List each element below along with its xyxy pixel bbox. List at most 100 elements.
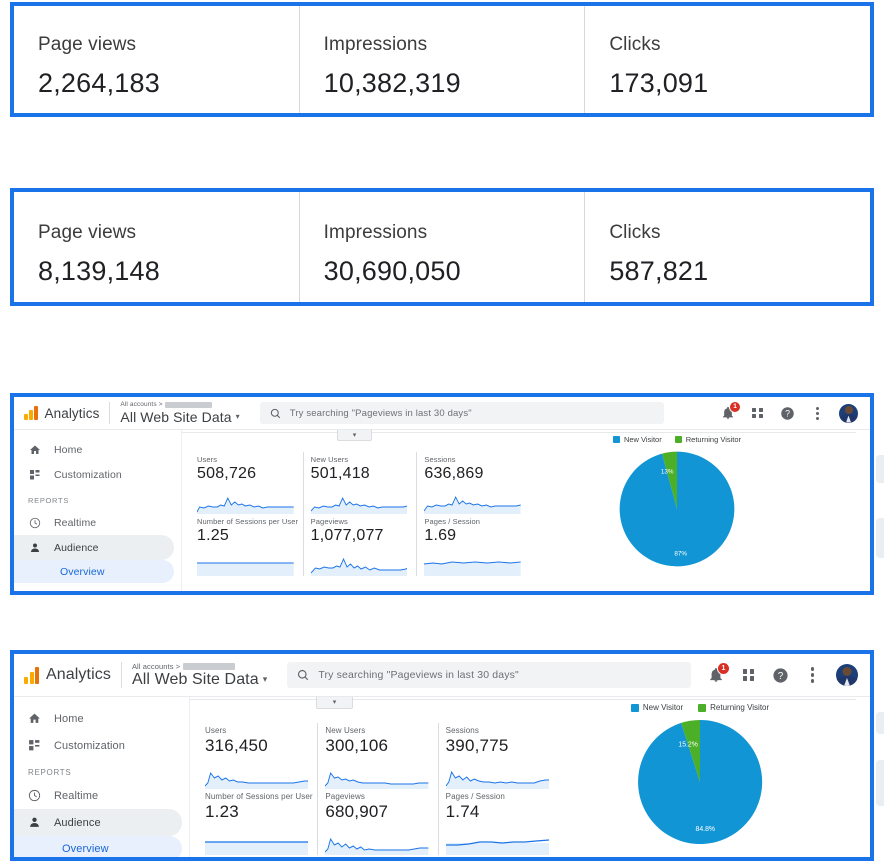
metric-value: 8,139,148 <box>38 255 160 286</box>
sidebar-item-label: Realtime <box>54 789 99 802</box>
sidebar-item-realtime[interactable]: Realtime <box>14 782 182 809</box>
sidebar-item-home[interactable]: Home <box>14 705 182 732</box>
more-options-icon[interactable] <box>804 667 821 684</box>
metric-card-pages-per-session[interactable]: Pages / Session 1.74 <box>439 789 558 855</box>
metric-card-row: Number of Sessions per User 1.25 Pagevie… <box>190 514 530 576</box>
summary-panel-second: Page views 8,139,148 Impressions 30,690,… <box>10 188 874 306</box>
metric-card-pages-per-session[interactable]: Pages / Session 1.69 <box>417 514 530 576</box>
metric-label: Page views <box>38 34 137 55</box>
notifications-bell-icon[interactable]: 1 <box>719 400 741 422</box>
sidebar-item-label: Realtime <box>54 516 97 529</box>
metric-card-pageviews[interactable]: Pageviews 1,077,077 <box>304 514 418 576</box>
legend-swatch <box>630 703 639 712</box>
search-input[interactable]: Try searching "Pageviews in last 30 days… <box>287 662 692 688</box>
metric-card-row: Users 508,726 New Users 501,418 Sessions… <box>190 452 530 514</box>
analytics-body: Home Customization REPORTS Realtime Audi… <box>14 697 870 857</box>
pie-svg[interactable]: 84.8% 15.2% <box>634 716 766 848</box>
chevron-down-icon: ▾ <box>262 674 268 684</box>
help-icon[interactable]: ? <box>772 667 789 684</box>
account-selector[interactable]: All accounts > All Web Site Data ▾ <box>132 662 268 688</box>
legend-swatch <box>698 703 707 712</box>
metric-card-sessions-per-user[interactable]: Number of Sessions per User 1.25 <box>190 514 304 576</box>
metric-label: Page views <box>38 221 137 243</box>
svg-text:?: ? <box>778 671 784 682</box>
breadcrumb: All accounts > <box>132 662 267 671</box>
pie-label-returning-visitor: 15.2% <box>678 741 697 748</box>
account-name-redacted <box>183 662 236 670</box>
sparkline-chart <box>197 554 294 576</box>
notifications-bell-icon[interactable]: 1 <box>706 661 730 685</box>
card-value: 1.74 <box>445 802 480 821</box>
legend-item-returning-visitor[interactable]: Returning Visitor <box>674 435 741 444</box>
account-selector[interactable]: All accounts > All Web Site Data ▾ <box>120 401 239 424</box>
metric-card-sessions-per-user[interactable]: Number of Sessions per User 1.23 <box>198 789 319 855</box>
card-value: 508,726 <box>197 465 257 482</box>
metric-card-new-users[interactable]: New Users 501,418 <box>304 452 418 514</box>
card-value: 300,106 <box>325 736 389 755</box>
avatar[interactable] <box>839 403 858 423</box>
account-name-redacted <box>165 402 213 409</box>
card-label: Number of Sessions per User <box>197 517 299 526</box>
sidebar-item-overview[interactable]: Overview <box>14 836 182 857</box>
separator <box>190 699 856 700</box>
pie-slice-new-visitor[interactable] <box>619 451 735 567</box>
help-icon[interactable]: ? <box>779 405 796 422</box>
metric-card-row: Users 316,450 New Users 300,106 Sessions… <box>198 723 558 789</box>
sidebar: Home Customization REPORTS Realtime Audi… <box>14 430 182 591</box>
pie-label-new-visitor: 84.8% <box>696 826 715 833</box>
sparkline-chart <box>445 767 549 789</box>
sidebar-item-label: Home <box>54 443 83 456</box>
background-artifact <box>876 518 884 558</box>
apps-grid-icon[interactable] <box>740 667 757 684</box>
customization-icon <box>28 739 41 752</box>
sidebar-item-realtime[interactable]: Realtime <box>14 510 174 535</box>
metric-card-sessions[interactable]: Sessions 390,775 <box>439 723 558 789</box>
metric-cell: Page views 2,264,183 <box>14 6 300 113</box>
sparkline-chart <box>325 767 429 789</box>
view-selector[interactable]: All Web Site Data ▾ <box>120 410 239 424</box>
sidebar-item-customization[interactable]: Customization <box>14 462 174 487</box>
analytics-topbar: Analytics All accounts > All Web Site Da… <box>14 654 870 697</box>
more-options-icon[interactable] <box>809 405 826 422</box>
search-placeholder: Try searching "Pageviews in last 30 days… <box>318 669 519 681</box>
sparkline-chart <box>325 833 429 855</box>
home-icon <box>28 443 41 456</box>
sidebar-item-customization[interactable]: Customization <box>14 732 182 759</box>
view-selector[interactable]: All Web Site Data ▾ <box>132 671 268 688</box>
card-value: 680,907 <box>325 802 389 821</box>
metric-card-users[interactable]: Users 508,726 <box>190 452 304 514</box>
legend-item-new-visitor[interactable]: New Visitor <box>630 703 683 712</box>
metric-value: 30,690,050 <box>323 255 461 286</box>
analytics-panel-third: Analytics All accounts > All Web Site Da… <box>10 393 874 595</box>
topbar-actions: 1 ? <box>719 400 870 423</box>
background-artifact <box>876 455 884 483</box>
card-value: 390,775 <box>445 736 509 755</box>
metric-card-users[interactable]: Users 316,450 <box>198 723 319 789</box>
legend-item-new-visitor[interactable]: New Visitor <box>612 435 662 444</box>
sidebar-item-label: Overview <box>62 842 109 855</box>
pie-svg[interactable]: 87% 13% <box>616 448 738 570</box>
metric-card-sessions[interactable]: Sessions 636,869 <box>417 452 530 514</box>
metric-label: Clicks <box>609 221 661 243</box>
visitor-pie-chart: New Visitor Returning Visitor 87% 13% <box>552 435 802 570</box>
separator <box>182 432 856 433</box>
metric-card-new-users[interactable]: New Users 300,106 <box>318 723 439 789</box>
metric-card-pageviews[interactable]: Pageviews 680,907 <box>318 789 439 855</box>
apps-grid-icon[interactable] <box>749 405 766 422</box>
search-input[interactable]: Try searching "Pageviews in last 30 days… <box>259 402 664 424</box>
legend-item-returning-visitor[interactable]: Returning Visitor <box>698 703 769 712</box>
collapse-toggle[interactable]: ▾ <box>316 697 353 709</box>
analytics-topbar: Analytics All accounts > All Web Site Da… <box>14 397 870 430</box>
sidebar-item-audience[interactable]: Audience <box>14 809 182 836</box>
collapse-toggle[interactable]: ▾ <box>337 430 372 441</box>
card-label: Sessions <box>424 455 456 464</box>
chart-legend: New Visitor Returning Visitor <box>570 703 830 712</box>
breadcrumb: All accounts > <box>120 401 239 409</box>
sidebar-item-label: Overview <box>60 565 105 578</box>
sidebar-item-home[interactable]: Home <box>14 437 174 462</box>
metric-cell: Impressions 30,690,050 <box>300 192 586 302</box>
avatar[interactable] <box>836 664 858 686</box>
sidebar-item-overview[interactable]: Overview <box>14 560 174 583</box>
sidebar-item-audience[interactable]: Audience <box>14 535 174 560</box>
svg-text:?: ? <box>785 408 790 418</box>
